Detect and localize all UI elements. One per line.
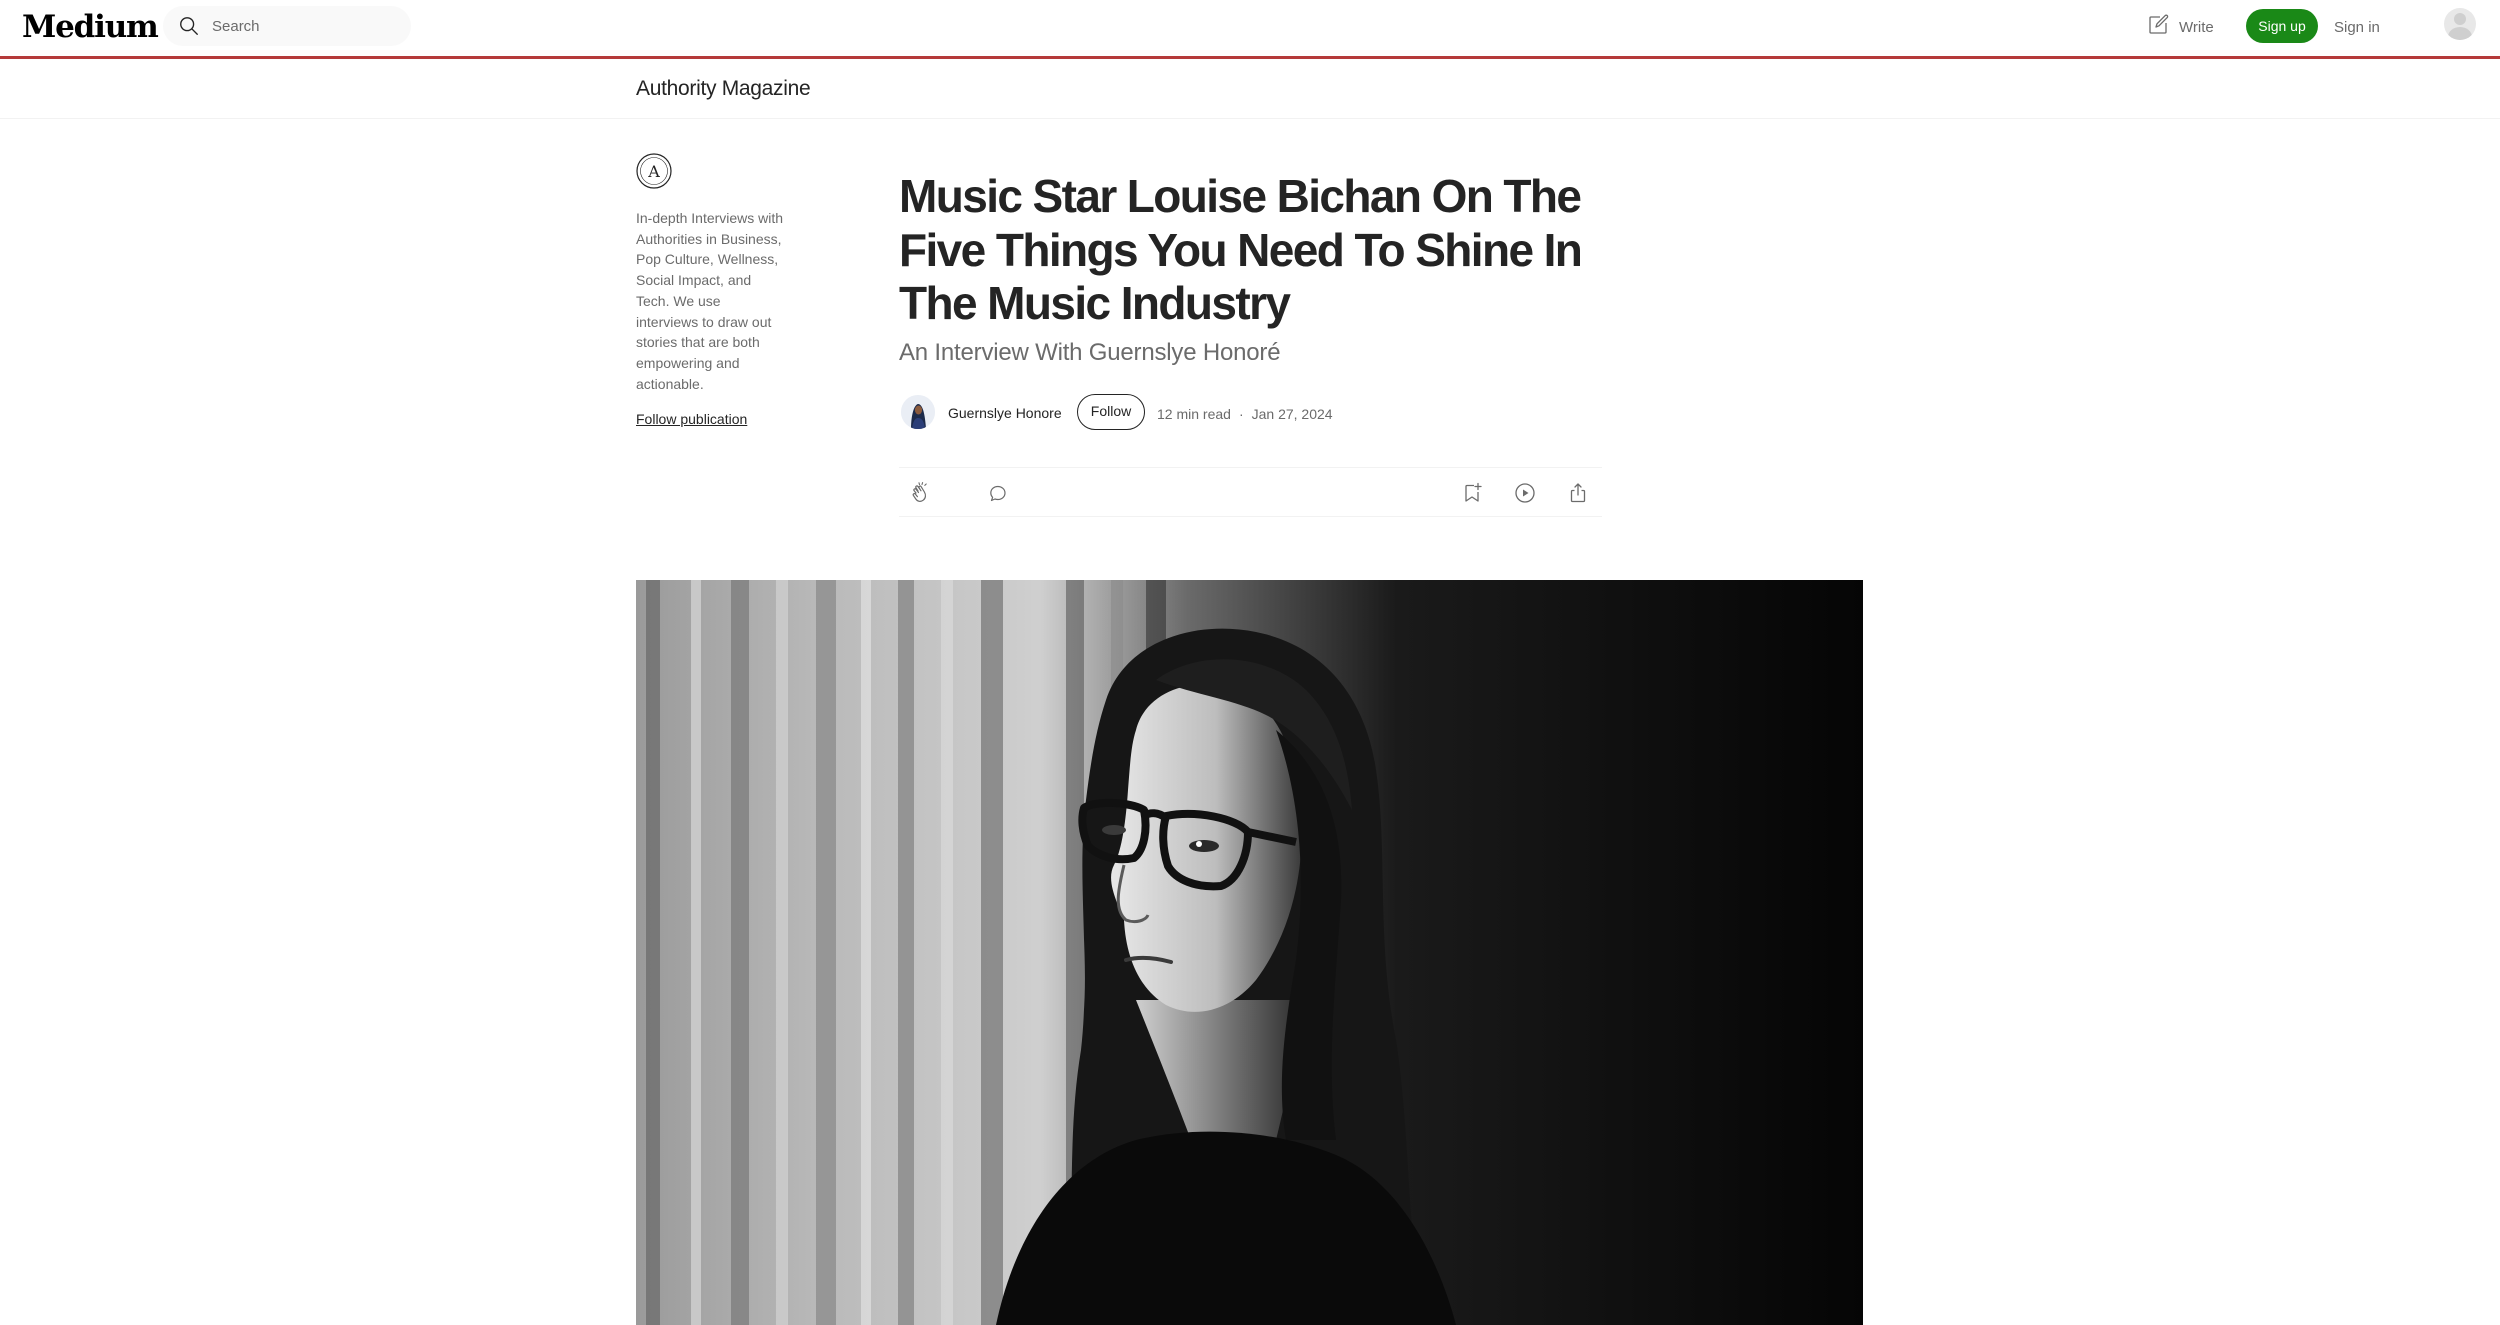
publication-bar: Authority Magazine [0, 59, 2500, 119]
avatar-body-shape [2448, 27, 2472, 40]
publication-name[interactable]: Authority Magazine [636, 77, 811, 101]
medium-logo[interactable]: Medium [22, 9, 159, 45]
comment-icon[interactable] [986, 481, 1010, 505]
publication-description: In-depth Interviews with Authorities in … [636, 210, 784, 392]
follow-publication-link[interactable]: Follow publication [636, 411, 747, 427]
sign-in-link[interactable]: Sign in [2334, 19, 2380, 36]
meta-separator: · [1238, 406, 1244, 422]
write-label: Write [2179, 19, 2214, 36]
article-subtitle: An Interview With Guernslye Honoré [899, 339, 1281, 366]
user-avatar[interactable] [2444, 8, 2476, 40]
article-meta: 12 min read · Jan 27, 2024 [1157, 406, 1333, 422]
search-input[interactable]: Search [212, 18, 260, 35]
top-navigation: Medium Search Write Sign up Sign in [0, 0, 2500, 59]
clap-icon[interactable] [909, 481, 933, 505]
author-portrait-image [901, 395, 935, 429]
listen-icon[interactable] [1513, 481, 1537, 505]
read-time: 12 min read [1157, 406, 1231, 422]
article-title: Music Star Louise Bichan On The Five Thi… [899, 170, 1583, 329]
bookmark-icon[interactable] [1460, 481, 1484, 505]
share-icon[interactable] [1566, 481, 1590, 505]
author-name[interactable]: Guernslye Honore [948, 405, 1062, 421]
article-action-bar [899, 467, 1602, 517]
publication-logo-letter: A [647, 162, 660, 181]
search-bar[interactable]: Search [163, 6, 411, 46]
hero-image [636, 580, 1863, 1325]
author-row: Guernslye Honore Follow 12 min read · Jan … [899, 394, 1599, 434]
publication-logo[interactable]: A [636, 153, 672, 189]
avatar-head-shape [2454, 13, 2466, 25]
follow-author-button[interactable]: Follow [1077, 394, 1145, 430]
hero-portrait-photo [636, 580, 1863, 1325]
sign-up-button[interactable]: Sign up [2246, 9, 2318, 43]
author-avatar[interactable] [901, 395, 935, 429]
search-icon [180, 17, 198, 35]
publish-date: Jan 27, 2024 [1251, 406, 1333, 422]
write-icon [2149, 14, 2169, 34]
